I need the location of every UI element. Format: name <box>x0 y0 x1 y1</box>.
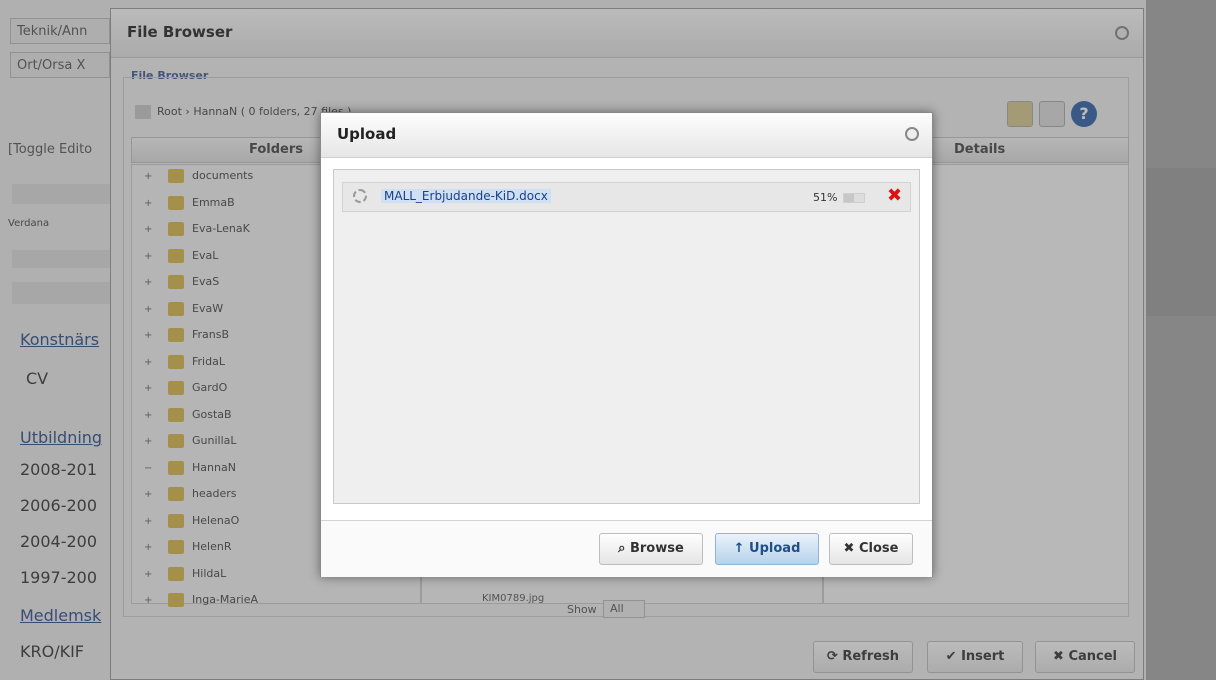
upload-close-icon[interactable] <box>905 127 919 141</box>
close-button[interactable]: ✖ Close <box>829 533 913 565</box>
loading-spinner-icon <box>353 189 367 203</box>
upload-file-row: MALL_Erbjudande-KiD.docx 51% ✖ <box>342 182 911 212</box>
upload-title: Upload <box>337 125 397 143</box>
upload-file-name: MALL_Erbjudande-KiD.docx <box>381 189 551 203</box>
upload-button[interactable]: ↑ Upload <box>715 533 819 565</box>
upload-queue: MALL_Erbjudande-KiD.docx 51% ✖ <box>333 169 920 504</box>
upload-progress-bar <box>843 193 865 203</box>
remove-file-icon[interactable]: ✖ <box>887 185 902 206</box>
upload-progress-text: 51% <box>813 191 838 204</box>
upload-dialog: Upload MALL_Erbjudande-KiD.docx 51% ✖ ⌕ … <box>320 112 933 577</box>
upload-titlebar: Upload <box>321 113 932 158</box>
browse-button[interactable]: ⌕ Browse <box>599 533 703 565</box>
upload-footer: ⌕ Browse ↑ Upload ✖ Close <box>321 520 932 577</box>
upload-progress-fill <box>844 194 855 202</box>
